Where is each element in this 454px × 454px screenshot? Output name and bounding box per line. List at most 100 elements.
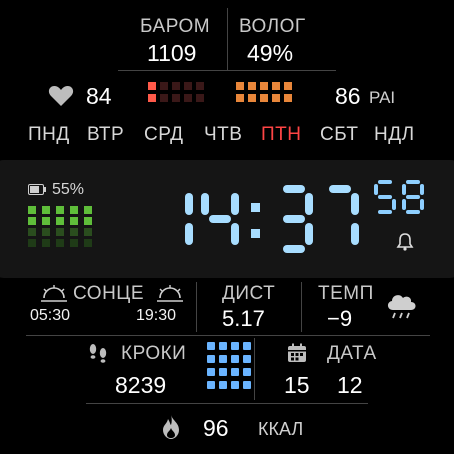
- battery-cell: [42, 239, 50, 247]
- battery-cell: [42, 206, 50, 214]
- steps-progress-cell: [231, 355, 239, 363]
- pai-value: 86: [335, 83, 361, 109]
- battery-cell: [84, 239, 92, 247]
- pai-bar-cell: [260, 82, 268, 90]
- weekday-6: СБТ: [320, 124, 359, 145]
- battery-cell: [28, 217, 36, 225]
- digit-segment: [374, 184, 378, 195]
- pai-bar-cell: [184, 94, 192, 102]
- steps-label: КРОКИ: [121, 343, 187, 364]
- steps-progress-cell: [243, 368, 251, 376]
- weekday-1: ПНД: [28, 124, 70, 145]
- digit-segment: [420, 184, 424, 195]
- battery-cell: [70, 206, 78, 214]
- battery-cell: [56, 228, 64, 236]
- steps-progress-cell: [243, 381, 251, 389]
- mid-underline: [26, 335, 430, 336]
- pai-bar-cell: [184, 82, 192, 90]
- pai-bar-cell: [272, 94, 280, 102]
- digit-segment: [185, 223, 193, 245]
- digit-segment: [406, 180, 420, 184]
- time-display: [155, 183, 375, 255]
- pai-bar-cell: [160, 82, 168, 90]
- digit-segment: [283, 185, 305, 193]
- bell-icon[interactable]: [396, 232, 414, 252]
- date-day: 15: [284, 372, 310, 398]
- digit-segment: [378, 210, 392, 214]
- pai-bar-cell: [172, 82, 180, 90]
- top-underline: [118, 70, 336, 71]
- battery-cell: [84, 228, 92, 236]
- battery-cell: [70, 228, 78, 236]
- sunset-time: 19:30: [136, 307, 177, 324]
- battery-cell: [56, 239, 64, 247]
- digit-segment: [231, 193, 239, 215]
- digit-segment: [406, 195, 420, 199]
- humidity-label: ВОЛОГ: [239, 16, 306, 37]
- steps-progress-cell: [243, 342, 251, 350]
- pai-bar-cell: [196, 94, 204, 102]
- steps-progress-cell: [231, 342, 239, 350]
- flame-icon: [161, 414, 181, 440]
- battery-cell: [56, 217, 64, 225]
- digit-segment: [378, 180, 392, 184]
- temperature-value: −9: [327, 306, 353, 331]
- calendar-icon: [287, 343, 307, 363]
- date-month: 12: [337, 372, 363, 398]
- mid-divider-left: [196, 282, 197, 332]
- digit-segment: [329, 185, 351, 193]
- battery-cell: [70, 217, 78, 225]
- temperature-label: ТЕМП: [318, 283, 374, 304]
- sun-label: СОНЦЕ: [73, 283, 145, 304]
- mid-divider-right: [301, 282, 302, 332]
- barometer-label: БАРОМ: [140, 16, 211, 37]
- bottom-divider: [254, 338, 255, 400]
- date-label: ДАТА: [327, 343, 377, 364]
- digit-segment: [406, 210, 420, 214]
- time-digit-1: [185, 193, 193, 245]
- digit-segment: [305, 223, 313, 245]
- pai-bar-cell: [236, 94, 244, 102]
- digit-segment: [231, 223, 239, 245]
- weekday-2: ВТР: [87, 124, 125, 145]
- pai-bar-cell: [148, 82, 156, 90]
- steps-progress-cell: [219, 342, 227, 350]
- battery-cell: [42, 228, 50, 236]
- pai-bar-cell: [272, 82, 280, 90]
- seconds-digit-2: [402, 180, 424, 214]
- battery-cell: [84, 206, 92, 214]
- battery-cell: [84, 217, 92, 225]
- rain-cloud-icon: [385, 290, 419, 320]
- pai-bar-cell: [172, 94, 180, 102]
- seconds-display: [374, 179, 432, 215]
- sunrise-time: 05:30: [30, 307, 71, 324]
- calories-value: 96: [203, 415, 229, 441]
- digit-segment: [402, 199, 406, 210]
- bottom-underline: [86, 403, 368, 404]
- digit-segment: [201, 193, 209, 215]
- distance-label: ДИСТ: [222, 283, 276, 304]
- steps-progress-grid: [207, 342, 253, 398]
- sunrise-icon: [40, 285, 68, 303]
- time-colon-dot: [251, 203, 260, 212]
- digit-segment: [283, 245, 305, 253]
- calories-unit: ККАЛ: [258, 419, 304, 439]
- top-divider: [227, 8, 228, 70]
- battery-cell: [42, 217, 50, 225]
- time-digit-4: [329, 185, 359, 245]
- pai-bar-cell: [248, 82, 256, 90]
- battery-cell: [28, 228, 36, 236]
- pai-bar-cell: [196, 82, 204, 90]
- steps-progress-cell: [231, 368, 239, 376]
- time-colon-dot: [251, 229, 260, 238]
- digit-segment: [351, 223, 359, 245]
- sunset-icon: [156, 285, 184, 303]
- digit-segment: [378, 195, 392, 199]
- battery-percent: 55%: [52, 181, 85, 198]
- pai-bar-cell: [248, 94, 256, 102]
- weekday-7: НДЛ: [374, 124, 415, 145]
- digit-segment: [420, 199, 424, 210]
- digit-segment: [392, 199, 396, 210]
- steps-progress-cell: [243, 355, 251, 363]
- battery-cell: [28, 239, 36, 247]
